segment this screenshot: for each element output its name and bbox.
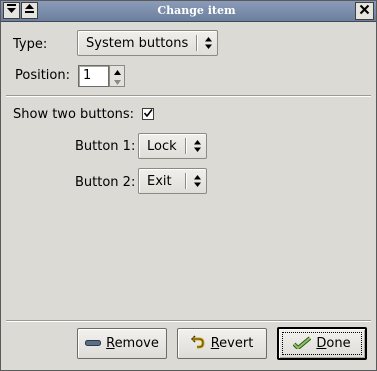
- spin-down-icon: [113, 74, 121, 89]
- checkmark-icon: [143, 107, 153, 122]
- action-area-separator: [6, 320, 371, 321]
- updown-arrows-icon: [190, 134, 204, 158]
- done-button[interactable]: Done: [277, 327, 367, 360]
- type-combo[interactable]: System buttons: [77, 30, 218, 56]
- type-combo-value: System buttons: [86, 36, 189, 51]
- button1-combo-value: Lock: [147, 139, 177, 154]
- position-label: Position:: [15, 68, 70, 83]
- undo-arrow-icon: [190, 334, 206, 353]
- updown-arrows-icon: [190, 169, 204, 193]
- close-icon: [359, 4, 370, 19]
- updown-arrows-icon: [201, 31, 215, 55]
- window-title: Change item: [157, 4, 236, 17]
- window-menu-button[interactable]: [3, 2, 20, 19]
- done-icon: [292, 335, 312, 353]
- change-item-dialog: Change item Type: System buttons Positio…: [0, 0, 377, 371]
- shade-icon: [24, 3, 35, 18]
- show-two-buttons-checkbox[interactable]: [142, 108, 154, 120]
- close-button[interactable]: [355, 2, 374, 20]
- show-two-buttons-label: Show two buttons:: [13, 107, 135, 122]
- button2-combo-value: Exit: [147, 174, 172, 189]
- remove-icon: [85, 336, 102, 351]
- position-spin-entry[interactable]: 1: [78, 65, 109, 87]
- title-bar[interactable]: Change item: [1, 1, 376, 22]
- position-spin-buttons: [109, 65, 125, 87]
- position-value: 1: [83, 68, 92, 83]
- type-label: Type:: [13, 37, 48, 52]
- button2-combo[interactable]: Exit: [138, 168, 207, 194]
- remove-button[interactable]: Remove: [77, 328, 167, 359]
- section-separator: [6, 95, 371, 96]
- menu-arrow-icon: [6, 3, 17, 18]
- shade-button[interactable]: [21, 2, 38, 19]
- button1-combo[interactable]: Lock: [138, 133, 207, 159]
- button2-label: Button 2:: [75, 175, 136, 190]
- revert-button[interactable]: Revert: [177, 328, 267, 359]
- button1-label: Button 1:: [75, 139, 136, 154]
- spin-down-button[interactable]: [110, 76, 124, 86]
